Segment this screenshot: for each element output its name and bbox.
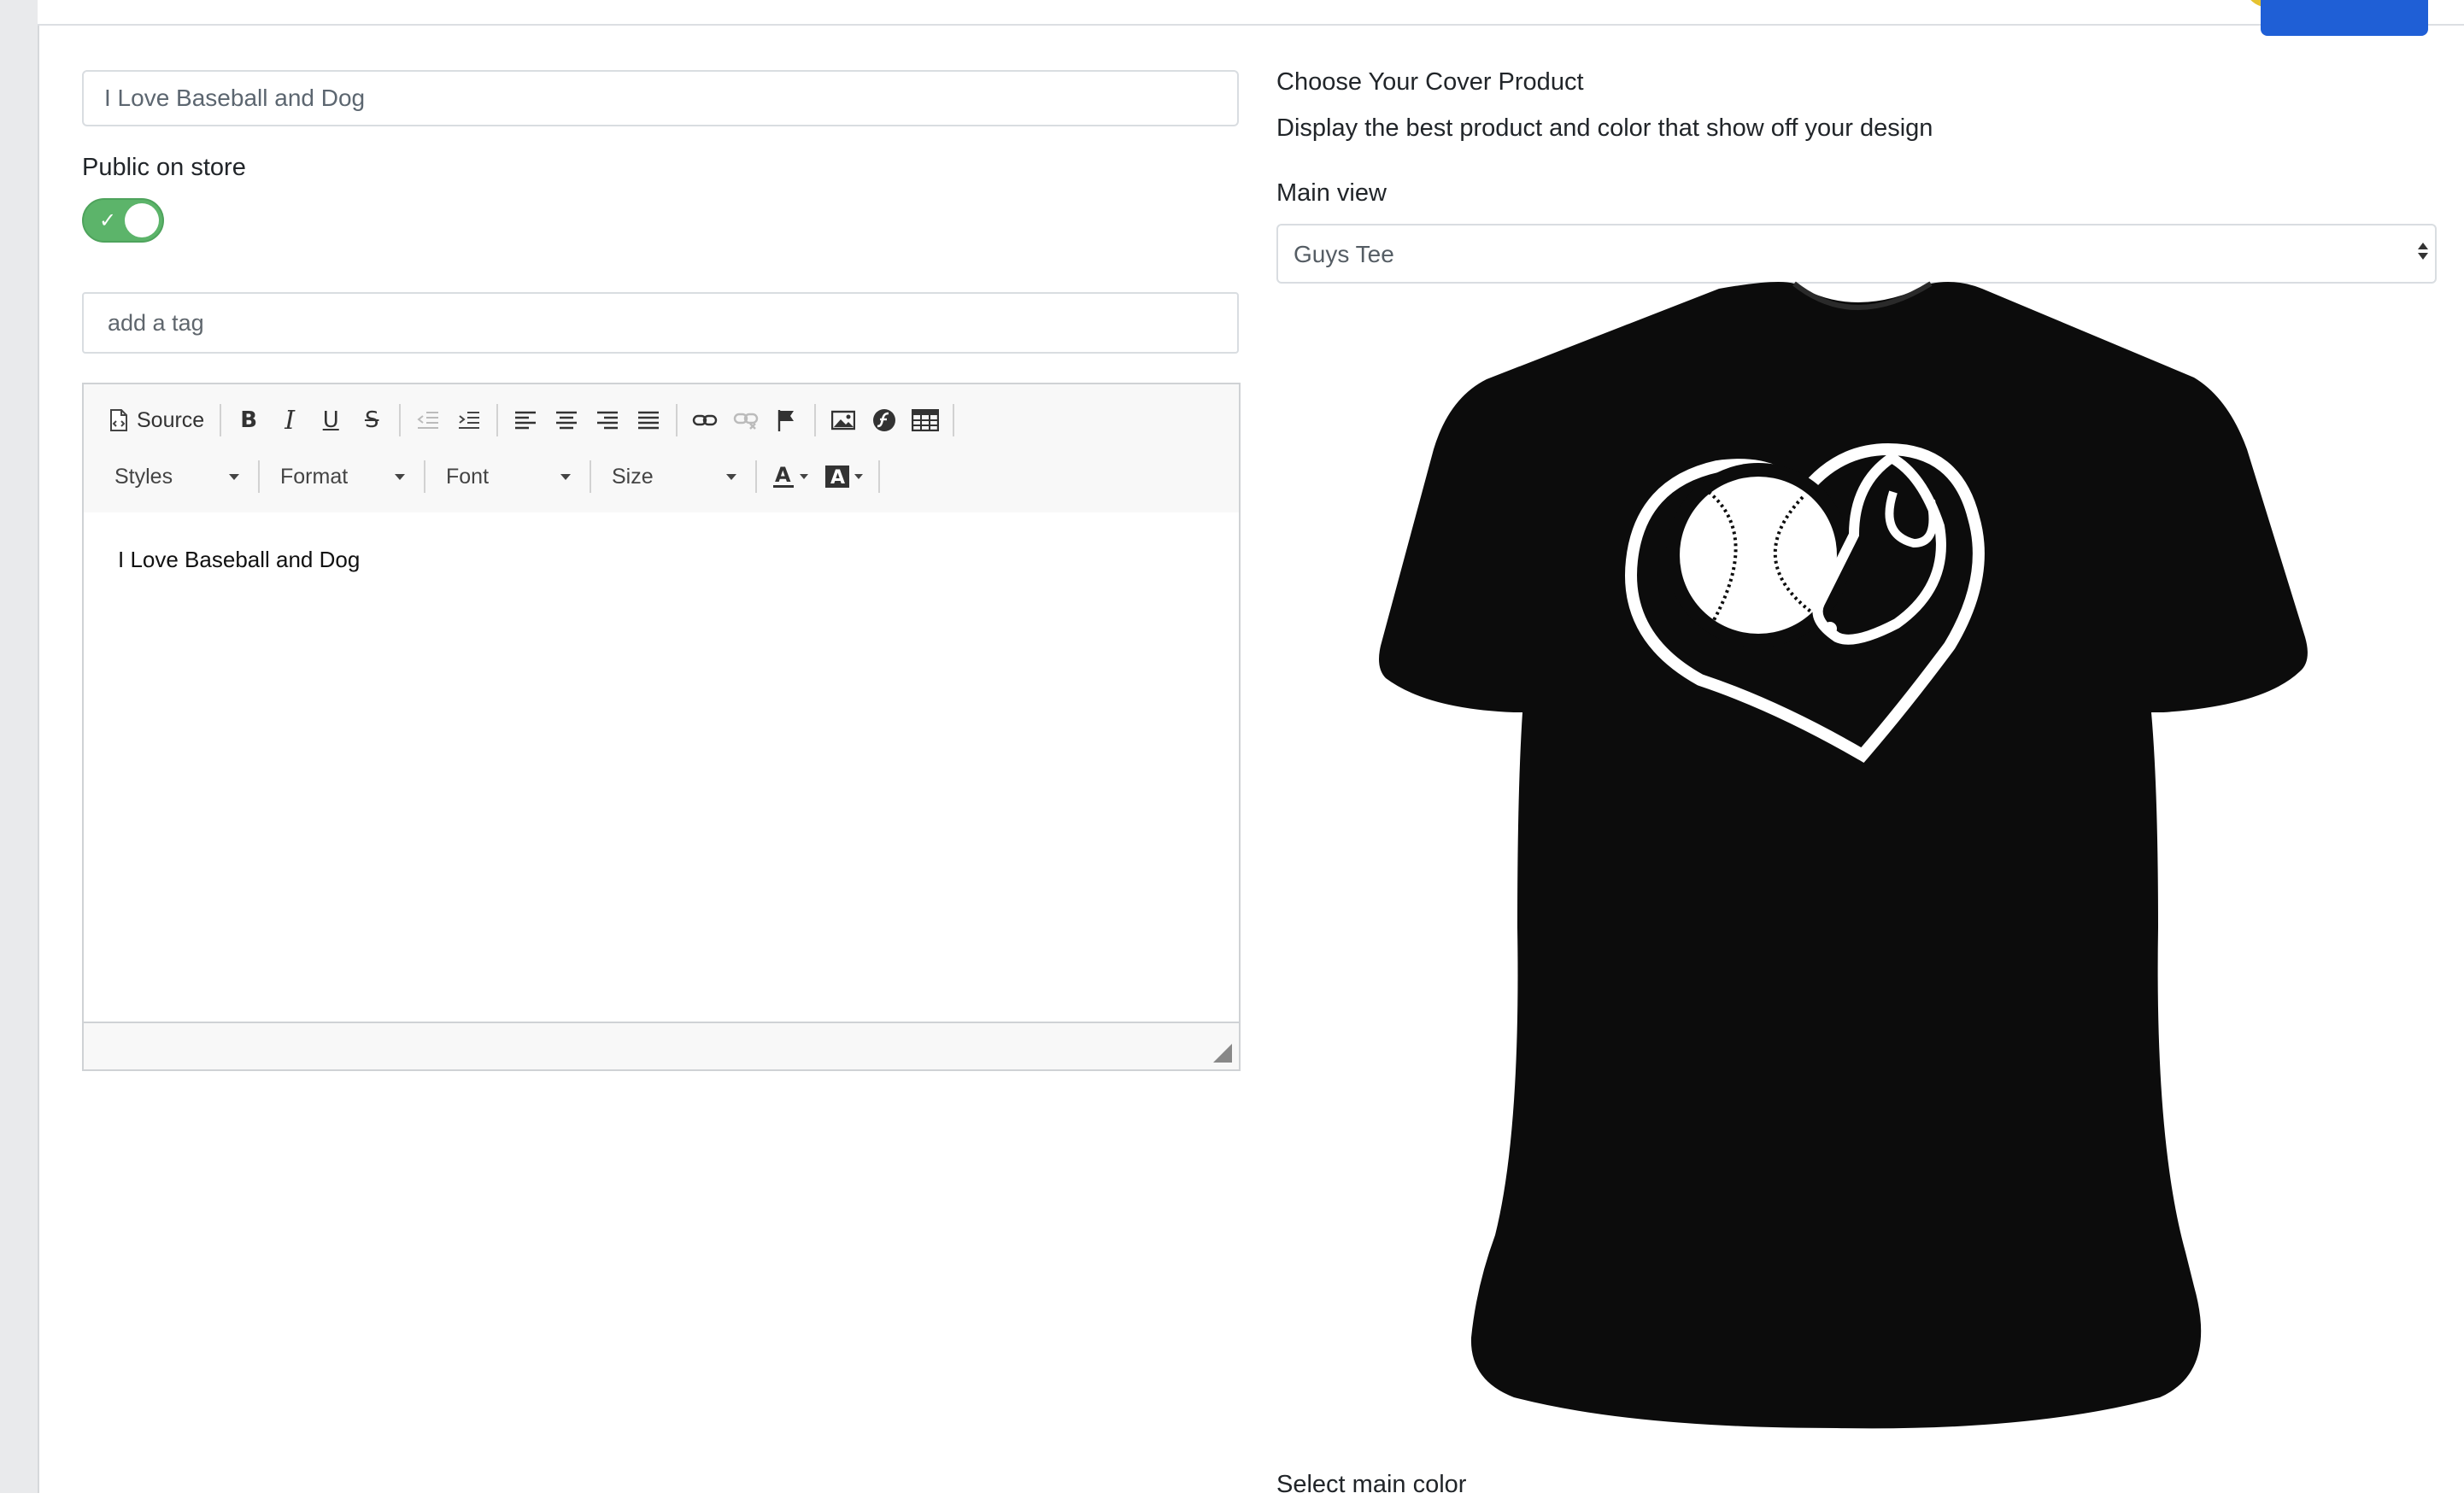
flash-icon xyxy=(873,409,896,431)
product-title-input[interactable] xyxy=(82,70,1239,126)
outdent-button[interactable] xyxy=(408,401,449,439)
editor-content-text: I Love Baseball and Dog xyxy=(118,547,361,572)
image-button[interactable] xyxy=(823,401,864,439)
source-label: Source xyxy=(137,407,205,432)
toolbar-separator xyxy=(220,404,222,436)
align-center-icon xyxy=(556,411,578,430)
anchor-button[interactable] xyxy=(766,401,807,439)
toolbar-separator xyxy=(424,460,425,493)
format-dropdown[interactable]: Format xyxy=(267,458,417,495)
chevron-down-icon xyxy=(560,473,571,480)
editor-toolbar: Source B I U S Styles Format Font Size A… xyxy=(84,384,1239,514)
toolbar-separator xyxy=(258,460,260,493)
styles-label: Styles xyxy=(114,464,173,489)
font-dropdown[interactable]: Font xyxy=(432,458,583,495)
size-label: Size xyxy=(612,464,654,489)
bold-button[interactable]: B xyxy=(228,401,269,439)
editor-content-area[interactable]: I Love Baseball and Dog xyxy=(84,512,1239,1023)
table-icon xyxy=(912,409,940,431)
unlink-button[interactable] xyxy=(725,401,766,439)
toolbar-separator xyxy=(953,404,955,436)
table-button[interactable] xyxy=(905,401,946,439)
toolbar-separator xyxy=(590,460,591,493)
align-center-button[interactable] xyxy=(546,401,587,439)
chevron-down-icon xyxy=(229,473,239,480)
justify-button[interactable] xyxy=(628,401,669,439)
sidebar-strip xyxy=(0,0,39,1493)
resize-handle-icon[interactable] xyxy=(1213,1044,1232,1063)
background-color-button[interactable]: A xyxy=(817,458,871,495)
align-right-icon xyxy=(597,411,619,430)
toolbar-separator xyxy=(755,460,757,493)
editor-footer xyxy=(84,1022,1239,1069)
strikethrough-button[interactable]: S xyxy=(351,401,392,439)
format-label: Format xyxy=(280,464,349,489)
main-view-selected-value: Guys Tee xyxy=(1294,241,1394,267)
italic-icon: I xyxy=(285,405,296,436)
chevron-down-icon xyxy=(726,473,736,480)
image-icon xyxy=(831,410,856,430)
link-icon xyxy=(693,414,718,426)
indent-button[interactable] xyxy=(449,401,490,439)
text-color-icon: A xyxy=(773,464,794,488)
toolbar-separator xyxy=(878,460,880,493)
justify-icon xyxy=(638,411,660,430)
source-icon xyxy=(110,409,127,431)
align-left-button[interactable] xyxy=(505,401,546,439)
toolbar-separator xyxy=(814,404,817,436)
align-right-button[interactable] xyxy=(587,401,628,439)
chevron-down-icon xyxy=(854,474,863,479)
svg-text:A: A xyxy=(775,464,791,487)
rich-text-editor: Source B I U S Styles Format Font Size A… xyxy=(82,383,1241,1071)
unlink-icon xyxy=(734,413,759,430)
bold-icon: B xyxy=(240,407,258,433)
italic-button[interactable]: I xyxy=(269,401,310,439)
chevron-down-icon xyxy=(800,474,808,479)
main-view-label: Main view xyxy=(1276,179,1387,207)
toolbar-separator xyxy=(399,404,402,436)
flag-icon xyxy=(778,410,795,431)
source-button[interactable]: Source xyxy=(101,401,213,439)
align-left-icon xyxy=(515,411,537,430)
top-bar xyxy=(38,0,2464,26)
flash-button[interactable] xyxy=(864,401,905,439)
toggle-knob xyxy=(125,203,159,237)
strikethrough-icon: S xyxy=(364,407,379,433)
font-label: Font xyxy=(446,464,490,489)
text-color-button[interactable]: A xyxy=(764,458,817,495)
indent-icon xyxy=(459,412,480,429)
public-on-store-toggle[interactable]: ✓ xyxy=(82,198,164,243)
t-shirt-preview xyxy=(1379,281,2308,1429)
underline-button[interactable]: U xyxy=(310,401,351,439)
cover-product-heading: Choose Your Cover Product xyxy=(1276,68,1584,96)
styles-dropdown[interactable]: Styles xyxy=(101,458,251,495)
link-button[interactable] xyxy=(684,401,725,439)
background-color-icon: A xyxy=(825,466,849,489)
select-arrows-icon xyxy=(2418,243,2428,260)
chevron-down-icon xyxy=(395,473,405,480)
public-on-store-label: Public on store xyxy=(82,154,246,181)
toolbar-separator xyxy=(676,404,678,436)
check-icon: ✓ xyxy=(99,209,117,232)
select-main-color-label: Select main color xyxy=(1276,1471,1467,1498)
main-view-select[interactable]: Guys Tee xyxy=(1276,224,2437,284)
size-dropdown[interactable]: Size xyxy=(598,458,748,495)
cover-product-subtext: Display the best product and color that … xyxy=(1276,114,1933,142)
toolbar-separator xyxy=(496,404,499,436)
outdent-icon xyxy=(417,412,439,429)
svg-text:A: A xyxy=(830,467,845,489)
underline-icon: U xyxy=(322,407,339,433)
primary-action-button[interactable] xyxy=(2261,0,2428,36)
tag-input[interactable] xyxy=(82,292,1239,354)
